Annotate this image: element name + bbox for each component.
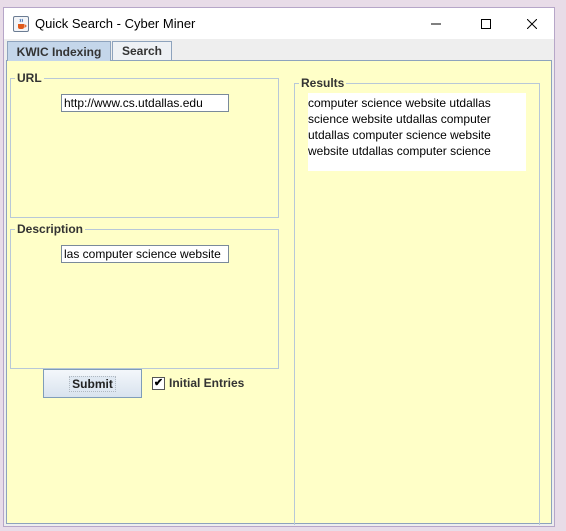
app-window: Quick Search - Cyber Miner KWIC Indexing… [3, 7, 555, 527]
submit-button[interactable]: Submit [43, 369, 142, 398]
client-area: KWIC Indexing Search URL http://www.cs.u… [4, 39, 554, 526]
maximize-button[interactable] [463, 8, 509, 39]
results-line: computer science website utdallas [308, 96, 491, 110]
tab-kwic-indexing[interactable]: KWIC Indexing [7, 41, 111, 61]
results-line: utdallas computer science website [308, 128, 491, 142]
initial-entries-checkbox[interactable]: ✔ [152, 377, 165, 390]
initial-entries-label: Initial Entries [169, 376, 245, 390]
submit-button-label: Submit [69, 375, 116, 392]
title-bar[interactable]: Quick Search - Cyber Miner [4, 8, 554, 39]
close-icon [527, 18, 537, 29]
tab-search[interactable]: Search [112, 41, 172, 60]
kwic-indexing-panel: URL http://www.cs.utdallas.edu Descripti… [6, 60, 552, 525]
description-input[interactable]: las computer science website [61, 245, 229, 263]
url-group-title: URL [15, 71, 44, 85]
minimize-icon [431, 23, 441, 24]
results-group: Results computer science website utdalla… [294, 76, 540, 525]
results-line: science website utdallas computer [308, 112, 491, 126]
minimize-button[interactable] [413, 8, 459, 39]
maximize-icon [481, 18, 491, 29]
description-group: Description las computer science website [10, 222, 279, 369]
results-list[interactable]: computer science website utdallas scienc… [308, 93, 526, 171]
java-cup-icon [13, 16, 29, 32]
description-group-title: Description [15, 222, 86, 236]
results-group-title: Results [299, 76, 347, 90]
url-input[interactable]: http://www.cs.utdallas.edu [61, 94, 229, 112]
url-group: URL http://www.cs.utdallas.edu [10, 71, 279, 218]
results-line: website utdallas computer science [308, 144, 491, 158]
window-title: Quick Search - Cyber Miner [35, 16, 196, 31]
close-button[interactable] [509, 8, 555, 39]
